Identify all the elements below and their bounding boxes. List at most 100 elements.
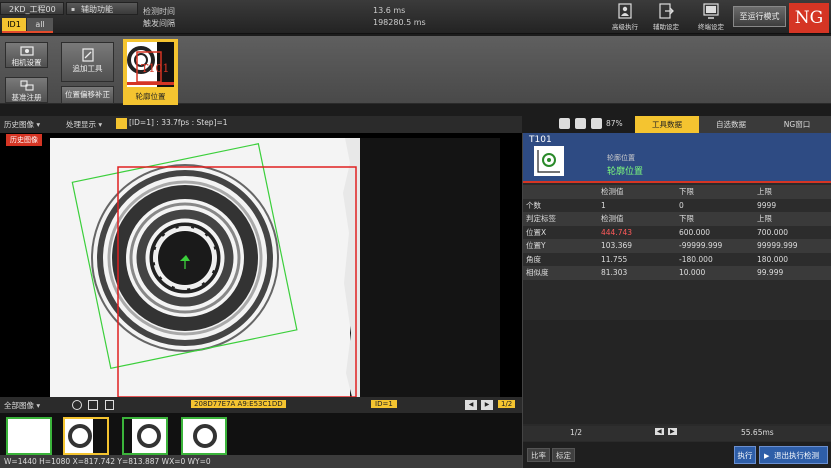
tool-card-ng-bar	[127, 82, 174, 85]
trigger-interval-label: 触发间隔	[143, 19, 175, 28]
table-row[interactable]: 个数 1 0 9999	[523, 198, 831, 212]
trash-icon[interactable]	[105, 400, 114, 410]
history-image-tag: 历史图像	[6, 134, 42, 146]
tab-underline	[2, 31, 53, 33]
cell: 上限	[754, 185, 831, 199]
export-icon	[659, 3, 674, 19]
ng-indicator-line	[523, 181, 831, 183]
tool-card-label: 轮廓位置	[135, 92, 166, 101]
reference-register-button[interactable]: 基准注册	[5, 77, 48, 103]
ratio-button[interactable]: 比率	[527, 448, 550, 462]
tab-id1[interactable]: ID1	[2, 18, 26, 31]
result-panel: T101 轮廓位置 轮廓位置 检测值 下限 上限 个数 1 0 9999 判定标…	[522, 133, 831, 468]
image-id-label: ID=1	[371, 400, 397, 408]
elapsed-time: 55.65ms	[741, 428, 774, 437]
tool-icon	[534, 146, 564, 176]
result-next-icon[interactable]: ▶	[668, 428, 677, 435]
inspection-image	[50, 138, 500, 398]
cell: 103.369	[598, 239, 676, 253]
cell: 下限	[676, 185, 754, 199]
table-row[interactable]: 相似度 81.303 10.000 99.999	[523, 266, 831, 280]
exit-inspection-button[interactable]: 退出执行检测	[759, 446, 828, 465]
zoom-in-icon[interactable]	[559, 118, 570, 129]
cell: 位置X	[523, 225, 598, 239]
monitor-icon	[703, 3, 719, 19]
ng-status-badge: NG	[789, 3, 829, 33]
prev-page-icon[interactable]: ◀	[465, 400, 477, 410]
thumbnail-item[interactable]	[63, 417, 109, 455]
table-row[interactable]: 位置Y 103.369 -99999.999 99999.999	[523, 239, 831, 253]
cell: 81.303	[598, 266, 676, 280]
cell: 10.000	[676, 266, 754, 280]
tool-header: T101 轮廓位置 轮廓位置	[523, 133, 831, 181]
thumbnail-item[interactable]	[181, 417, 227, 455]
result-prev-icon[interactable]: ◀	[655, 428, 664, 435]
cell: 600.000	[676, 225, 754, 239]
cell: 11.755	[598, 252, 676, 266]
add-tool-button[interactable]: 追加工具	[61, 42, 114, 82]
cell: 检测值	[598, 212, 676, 226]
fit-screen-icon[interactable]	[591, 118, 602, 129]
image-info: [ID=1] : 33.7fps : Step]=1	[129, 118, 228, 127]
cell: -99999.999	[676, 239, 754, 253]
thumbnail-item[interactable]	[6, 417, 52, 455]
zoom-out-icon[interactable]	[575, 118, 586, 129]
cell: 个数	[523, 198, 598, 212]
trigger-interval-value: 198280.5 ms	[373, 18, 426, 27]
run-mode-button[interactable]: 至运行模式	[733, 6, 786, 27]
cell: 180.000	[754, 252, 831, 266]
tab-all[interactable]: all	[27, 18, 53, 31]
tool-category: 轮廓位置	[607, 154, 635, 162]
tool-card-contour-position[interactable]: T101 轮廓位置	[123, 39, 178, 105]
cell: 700.000	[754, 225, 831, 239]
all-images-dropdown[interactable]: 全部图像	[4, 399, 40, 412]
cell	[523, 185, 598, 199]
cell: 0	[676, 198, 754, 212]
page-indicator: 1/2	[498, 400, 516, 408]
camera-setup-button[interactable]: 相机设置	[5, 42, 48, 68]
aux-function-menu[interactable]: 辅助功能	[66, 2, 138, 16]
cell: 下限	[676, 212, 754, 226]
process-display-dropdown[interactable]: 处理显示	[66, 118, 102, 131]
table-row[interactable]: 角度 11.755 -180.000 180.000	[523, 252, 831, 266]
image-hash: 208D77E7A A9:E53C1DD	[191, 400, 286, 408]
tool-card-id: T101	[141, 62, 170, 75]
zoom-level: 87%	[606, 119, 623, 128]
table-row[interactable]: 位置X 444.743 600.000 700.000	[523, 225, 831, 239]
terminal-setting-button[interactable]: 终端设定	[693, 3, 729, 33]
tool-thumbnail: T101	[127, 42, 174, 87]
tab-ng-window[interactable]: NG窗口	[763, 116, 831, 133]
image-mode-icon[interactable]	[116, 118, 127, 129]
position-offset-button[interactable]: 位置偏移补正	[61, 86, 114, 104]
refresh-icon[interactable]	[72, 400, 82, 410]
cell: 99.999	[754, 266, 831, 280]
expand-icon[interactable]	[88, 400, 98, 410]
result-page: 1/2	[570, 428, 583, 437]
aux-setting-button[interactable]: 辅助设定	[648, 3, 684, 33]
project-menu[interactable]: 2KD_工程00	[0, 2, 64, 15]
execute-button[interactable]: 执行	[734, 446, 756, 464]
advanced-exec-button[interactable]: 高级执行	[607, 3, 643, 33]
table-row: 检测值 下限 上限	[523, 185, 831, 199]
cell: 检测值	[598, 185, 676, 199]
terminal-setting-label: 终端设定	[698, 23, 724, 31]
tool-name: 轮廓位置	[607, 167, 644, 177]
tab-tool-data[interactable]: 工具数据	[635, 116, 699, 133]
result-actions: 比率 标定 执行 退出执行检测	[523, 442, 831, 468]
aux-setting-label: 辅助设定	[653, 23, 679, 31]
history-image-dropdown[interactable]: 历史图像	[4, 118, 40, 131]
cell: 角度	[523, 252, 598, 266]
cell: 相似度	[523, 266, 598, 280]
cell: 位置Y	[523, 239, 598, 253]
tab-custom-data[interactable]: 自选数据	[699, 116, 763, 133]
cell: 9999	[754, 198, 831, 212]
cell: -180.000	[676, 252, 754, 266]
empty-result-area	[523, 320, 831, 424]
next-page-icon[interactable]: ▶	[481, 400, 493, 410]
cell: 判定标签	[523, 212, 598, 226]
image-header-bar: 历史图像 处理显示 [ID=1] : 33.7fps : Step]=1	[0, 116, 522, 133]
tool-id: T101	[529, 135, 552, 145]
thumbnail-item[interactable]	[122, 417, 168, 455]
calibrate-button[interactable]: 标定	[552, 448, 575, 462]
inspection-image-viewer[interactable]: 历史图像	[0, 133, 522, 398]
